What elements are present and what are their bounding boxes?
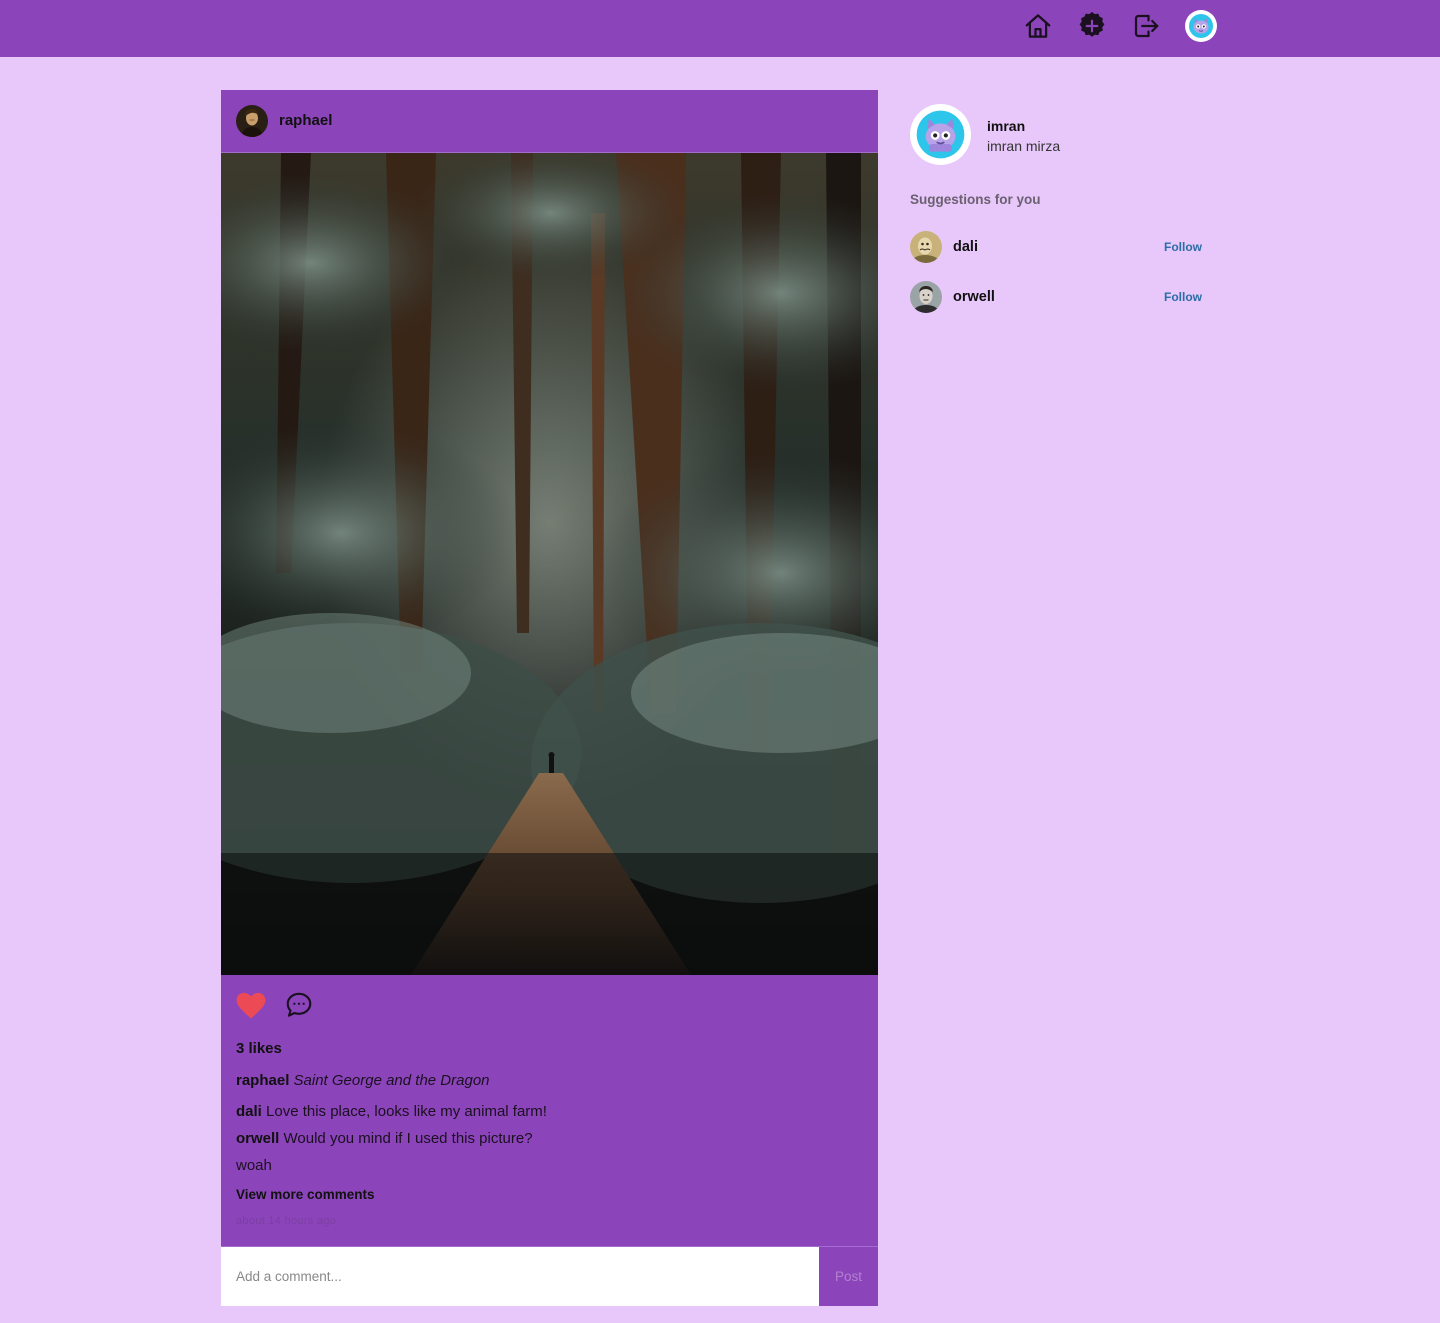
suggestions-heading: Suggestions for you [910, 192, 1041, 207]
top-navigation-bar [0, 0, 1440, 57]
plus-circle-icon [1079, 12, 1105, 37]
suggestion-item: dali Follow [910, 231, 1202, 263]
post-timestamp: about 14 hours ago [236, 1215, 337, 1227]
post-comment-button[interactable]: Post [819, 1247, 878, 1306]
suggestion-username[interactable]: dali [953, 239, 978, 255]
current-user-username[interactable]: imran [987, 118, 1025, 134]
orwell-portrait-icon [910, 281, 942, 313]
comment-form: Post [221, 1246, 878, 1306]
suggestion-avatar[interactable] [910, 231, 942, 263]
comment-button[interactable] [284, 990, 314, 1025]
post-header: raphael [221, 90, 878, 153]
suggestion-username[interactable]: orwell [953, 289, 995, 305]
post-card: raphael 3 likes raphael Saint George and… [221, 90, 878, 1306]
comment-text: Would you mind if I used this picture? [283, 1130, 533, 1147]
logout-button[interactable] [1129, 9, 1163, 43]
follow-button[interactable]: Follow [1164, 290, 1202, 304]
heart-icon [236, 992, 266, 1019]
current-user-fullname: imran mirza [987, 138, 1061, 154]
raphael-portrait-icon [236, 105, 268, 137]
like-count: 3 likes [236, 1040, 282, 1057]
current-user-avatar[interactable] [910, 104, 971, 165]
post-author-avatar[interactable] [236, 105, 268, 137]
view-more-comments-link[interactable]: View more comments [236, 1187, 375, 1202]
post-author-username[interactable]: raphael [279, 112, 332, 129]
profile-avatar-button[interactable] [1185, 10, 1217, 42]
caption-text: Saint George and the Dragon [293, 1072, 490, 1089]
robot-cat-avatar-icon [916, 110, 965, 159]
comment-item: woah [236, 1157, 272, 1174]
home-icon [1025, 14, 1051, 38]
suggestion-item: orwell Follow [910, 281, 1202, 313]
comment-bubble-icon [286, 992, 312, 1017]
like-button[interactable] [236, 992, 266, 1025]
caption-username[interactable]: raphael [236, 1072, 289, 1089]
comment-item: orwell Would you mind if I used this pic… [236, 1130, 533, 1147]
home-button[interactable] [1021, 9, 1055, 43]
comment-text: woah [236, 1157, 272, 1174]
forest-path-photo [221, 153, 878, 975]
robot-cat-avatar-icon [1189, 14, 1213, 38]
dali-portrait-icon [910, 231, 942, 263]
comment-item: dali Love this place, looks like my anim… [236, 1103, 547, 1120]
comment-username[interactable]: dali [236, 1103, 262, 1120]
add-post-button[interactable] [1075, 9, 1109, 43]
follow-button[interactable]: Follow [1164, 240, 1202, 254]
sign-out-icon [1134, 14, 1159, 38]
post-caption: raphael Saint George and the Dragon [236, 1072, 490, 1089]
comment-text: Love this place, looks like my animal fa… [266, 1103, 547, 1120]
add-comment-input[interactable] [221, 1247, 819, 1306]
suggestion-avatar[interactable] [910, 281, 942, 313]
post-image [221, 153, 878, 975]
comment-username[interactable]: orwell [236, 1130, 279, 1147]
